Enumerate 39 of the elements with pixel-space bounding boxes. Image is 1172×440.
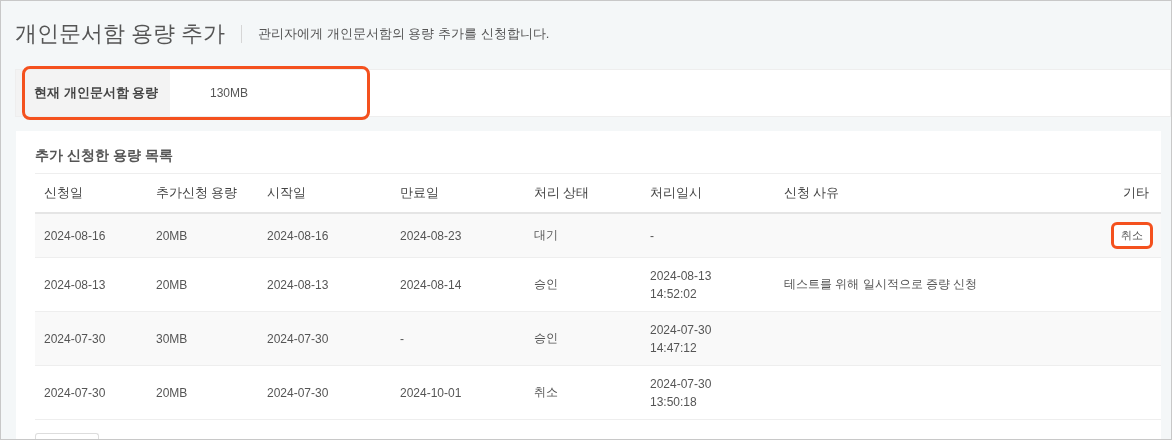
table-cell-text: 30MB: [155, 331, 189, 346]
table-cell-text: 2024-07-30: [43, 385, 107, 400]
table-cell-text: 승인: [533, 330, 559, 347]
table-cell-text: 2024-07-30 14:47:12: [649, 321, 713, 357]
table-cell-text: 2024-10-01: [399, 385, 463, 400]
column-header: 만료일: [399, 184, 440, 202]
table-cell-text: 대기: [533, 227, 559, 244]
table-cell-text: 2024-08-14: [399, 277, 463, 292]
page-description: 관리자에게 개인문서함의 용량 추가를 신청합니다.: [258, 25, 550, 43]
table-cell-text: 20MB: [155, 228, 189, 243]
column-header: 시작일: [266, 184, 307, 202]
table-cell-text: 2024-07-30 13:50:18: [649, 375, 713, 411]
page-title: 개인문서함 용량 추가: [15, 20, 226, 48]
table-cell-text: 2024-07-30: [266, 331, 330, 346]
table-cell-text: 2024-08-13: [43, 277, 107, 292]
table-cell-text: 테스트를 위해 일시적으로 증량 신청: [783, 276, 979, 293]
column-header: 추가신청 용량: [155, 184, 239, 202]
table-cell-text: 2024-08-13: [266, 277, 330, 292]
column-header: 처리일시: [649, 184, 703, 202]
capacity-label: 현재 개인문서함 용량: [16, 70, 170, 116]
table-cell-text: 2024-08-13 14:52:02: [649, 267, 713, 303]
table-cell-text: -: [649, 227, 655, 245]
column-header: 처리 상태: [533, 184, 591, 202]
table-cell-text: 승인: [533, 276, 559, 293]
section-title: 추가 신청한 용량 목록: [35, 147, 174, 165]
table-cell-text: 2024-08-23: [399, 228, 463, 243]
capacity-value: 130MB: [209, 85, 249, 102]
table-cell-text: 20MB: [155, 385, 189, 400]
cancel-button[interactable]: 취소: [1111, 222, 1153, 249]
table-cell-text: 2024-08-16: [266, 228, 330, 243]
column-header: 기타: [1122, 184, 1150, 202]
column-header: 신청일: [43, 184, 84, 202]
table-cell-text: 2024-08-16: [43, 228, 107, 243]
table-cell-text: 20MB: [155, 277, 189, 292]
table-cell-text: 취소: [533, 384, 559, 401]
table-cell-text: 2024-07-30: [43, 331, 107, 346]
table-cell-text: -: [399, 331, 405, 346]
table-cell-text: 2024-07-30: [266, 385, 330, 400]
column-header: 신청 사유: [783, 184, 841, 202]
